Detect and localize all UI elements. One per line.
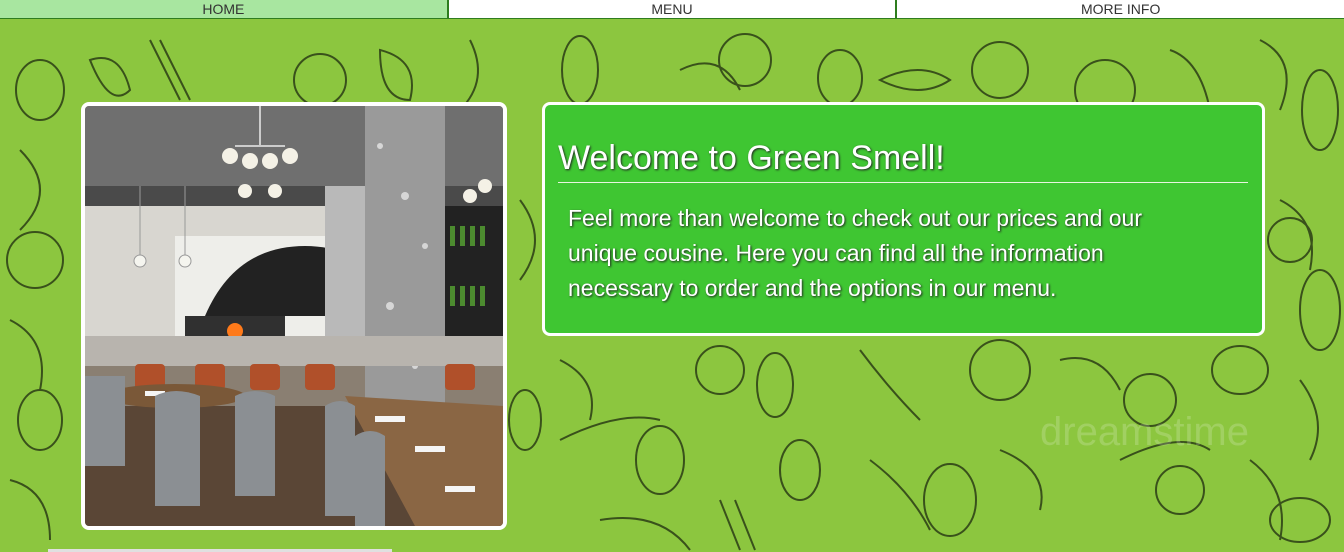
welcome-panel: Welcome to Green Smell! Feel more than w…	[542, 102, 1265, 336]
svg-text:dreamstime: dreamstime	[1040, 410, 1249, 454]
top-navigation: HOME MENU MORE INFO	[0, 0, 1344, 20]
nav-item-home[interactable]: HOME	[0, 0, 449, 19]
nav-item-menu[interactable]: MENU	[448, 0, 898, 19]
nav-item-more-info[interactable]: MORE INFO	[897, 0, 1344, 19]
restaurant-photo	[81, 102, 507, 530]
welcome-text: Feel more than welcome to check out our …	[568, 205, 1143, 301]
welcome-title: Welcome to Green Smell!	[558, 139, 1248, 183]
